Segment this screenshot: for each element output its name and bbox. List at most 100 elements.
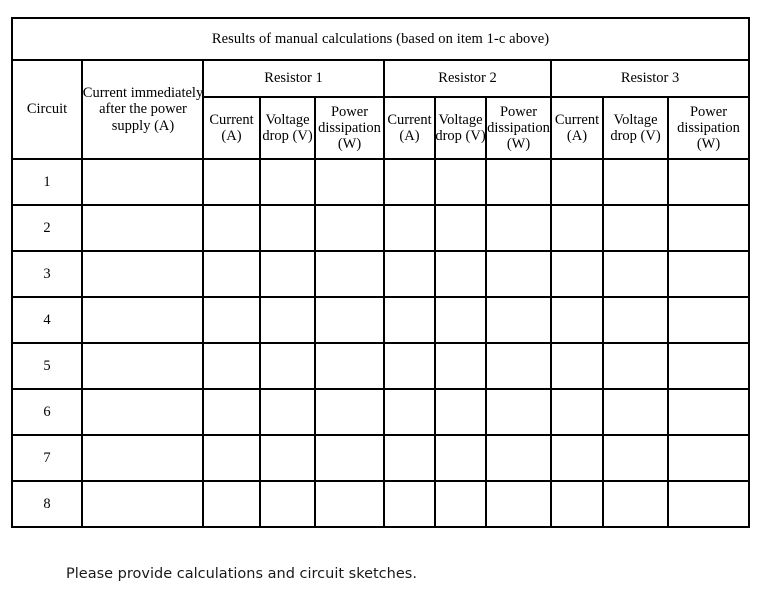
cell-r3-voltage[interactable] bbox=[602, 296, 669, 344]
cell-r1-current[interactable] bbox=[202, 388, 261, 436]
cell-r1-power[interactable] bbox=[314, 342, 385, 390]
cell-r2-power[interactable] bbox=[485, 296, 552, 344]
cell-r2-voltage[interactable] bbox=[434, 388, 487, 436]
cell-r1-power[interactable] bbox=[314, 158, 385, 206]
cell-r3-current[interactable] bbox=[550, 342, 604, 390]
cell-r3-current[interactable] bbox=[550, 204, 604, 252]
cell-r1-power[interactable] bbox=[314, 204, 385, 252]
cell-r2-current[interactable] bbox=[383, 342, 436, 390]
cell-r2-voltage[interactable] bbox=[434, 204, 487, 252]
cell-r3-current[interactable] bbox=[550, 250, 604, 298]
cell-r3-power[interactable] bbox=[666, 480, 751, 528]
header-r1-power-dissipation-text: Power dissipation (W) bbox=[318, 103, 381, 153]
row-circuit-number: 5 bbox=[11, 342, 83, 390]
header-r2-current-text: Current (A) bbox=[387, 111, 432, 144]
cell-r2-current[interactable] bbox=[383, 434, 436, 482]
cell-r2-voltage[interactable] bbox=[434, 342, 487, 390]
cell-r2-power[interactable] bbox=[485, 434, 552, 482]
header-r1-voltage-drop: Voltage drop (V) bbox=[259, 96, 316, 160]
cell-r3-current[interactable] bbox=[550, 434, 604, 482]
cell-r1-current[interactable] bbox=[202, 296, 261, 344]
cell-r2-current[interactable] bbox=[383, 158, 436, 206]
cell-r1-voltage[interactable] bbox=[259, 434, 316, 482]
cell-r3-voltage[interactable] bbox=[602, 480, 669, 528]
cell-r2-power[interactable] bbox=[485, 158, 552, 206]
cell-r2-voltage[interactable] bbox=[434, 250, 487, 298]
cell-r2-power[interactable] bbox=[485, 250, 552, 298]
cell-r1-current[interactable] bbox=[202, 204, 261, 252]
cell-r1-current[interactable] bbox=[202, 158, 261, 206]
cell-r1-voltage[interactable] bbox=[259, 480, 316, 528]
cell-r1-current[interactable] bbox=[202, 480, 261, 528]
cell-r1-current[interactable] bbox=[202, 434, 261, 482]
cell-r2-voltage[interactable] bbox=[434, 434, 487, 482]
cell-r2-current[interactable] bbox=[383, 388, 436, 436]
table-row: 3 bbox=[11, 250, 751, 298]
cell-supply-current[interactable] bbox=[81, 342, 204, 390]
cell-r3-current[interactable] bbox=[550, 388, 604, 436]
table-title: Results of manual calculations (based on… bbox=[10, 17, 751, 61]
cell-r3-voltage[interactable] bbox=[602, 158, 669, 206]
cell-supply-current[interactable] bbox=[81, 296, 204, 344]
cell-r1-current[interactable] bbox=[202, 250, 261, 298]
group-header-resistor-3: Resistor 3 bbox=[549, 59, 751, 98]
row-circuit-number: 4 bbox=[11, 296, 83, 344]
footer-note: Please provide calculations and circuit … bbox=[66, 566, 417, 582]
header-r2-power-dissipation: Power dissipation (W) bbox=[485, 96, 552, 160]
cell-r2-voltage[interactable] bbox=[434, 296, 487, 344]
cell-supply-current[interactable] bbox=[81, 158, 204, 206]
cell-r2-power[interactable] bbox=[485, 204, 552, 252]
cell-supply-current[interactable] bbox=[81, 434, 204, 482]
cell-r1-power[interactable] bbox=[314, 480, 385, 528]
cell-r1-power[interactable] bbox=[314, 434, 385, 482]
cell-r3-voltage[interactable] bbox=[602, 204, 669, 252]
cell-r3-power[interactable] bbox=[666, 342, 751, 390]
cell-supply-current[interactable] bbox=[81, 388, 204, 436]
cell-r3-power[interactable] bbox=[666, 158, 751, 206]
cell-r3-voltage[interactable] bbox=[602, 434, 669, 482]
cell-r3-power[interactable] bbox=[666, 388, 751, 436]
cell-r1-power[interactable] bbox=[314, 296, 385, 344]
header-r3-power-dissipation: Power dissipation (W) bbox=[666, 96, 751, 160]
table-row: 7 bbox=[11, 434, 751, 482]
cell-r1-voltage[interactable] bbox=[259, 388, 316, 436]
cell-supply-current[interactable] bbox=[81, 204, 204, 252]
cell-supply-current[interactable] bbox=[81, 480, 204, 528]
cell-r3-current[interactable] bbox=[550, 158, 604, 206]
cell-r2-power[interactable] bbox=[485, 480, 552, 528]
header-r2-voltage-drop: Voltage drop (V) bbox=[434, 96, 487, 160]
cell-r3-power[interactable] bbox=[666, 204, 751, 252]
cell-r2-voltage[interactable] bbox=[434, 158, 487, 206]
cell-r2-power[interactable] bbox=[485, 342, 552, 390]
cell-r1-voltage[interactable] bbox=[259, 250, 316, 298]
cell-r1-voltage[interactable] bbox=[259, 342, 316, 390]
table-row: 5 bbox=[11, 342, 751, 390]
cell-r1-power[interactable] bbox=[314, 388, 385, 436]
cell-r3-current[interactable] bbox=[550, 296, 604, 344]
cell-r3-voltage[interactable] bbox=[602, 388, 669, 436]
header-r3-voltage-drop-text: Voltage drop (V) bbox=[610, 111, 661, 144]
cell-r2-current[interactable] bbox=[383, 480, 436, 528]
cell-r1-voltage[interactable] bbox=[259, 296, 316, 344]
group-header-resistor-2: Resistor 2 bbox=[383, 59, 552, 98]
cell-supply-current[interactable] bbox=[81, 250, 204, 298]
cell-r1-voltage[interactable] bbox=[259, 204, 316, 252]
cell-r1-current[interactable] bbox=[202, 342, 261, 390]
cell-r1-power[interactable] bbox=[314, 250, 385, 298]
cell-r2-current[interactable] bbox=[383, 204, 436, 252]
cell-r2-power[interactable] bbox=[485, 388, 552, 436]
group-header-resistor-1: Resistor 1 bbox=[202, 59, 385, 98]
header-supply-current-text: Current immediately after the power supp… bbox=[82, 85, 204, 134]
header-r2-current: Current (A) bbox=[383, 96, 436, 160]
cell-r3-power[interactable] bbox=[666, 434, 751, 482]
cell-r3-power[interactable] bbox=[666, 296, 751, 344]
cell-r2-current[interactable] bbox=[383, 250, 436, 298]
cell-r3-voltage[interactable] bbox=[602, 250, 669, 298]
cell-r2-voltage[interactable] bbox=[434, 480, 487, 528]
row-circuit-number: 3 bbox=[11, 250, 83, 298]
cell-r2-current[interactable] bbox=[383, 296, 436, 344]
cell-r3-voltage[interactable] bbox=[602, 342, 669, 390]
cell-r3-power[interactable] bbox=[666, 250, 751, 298]
cell-r3-current[interactable] bbox=[550, 480, 604, 528]
cell-r1-voltage[interactable] bbox=[259, 158, 316, 206]
